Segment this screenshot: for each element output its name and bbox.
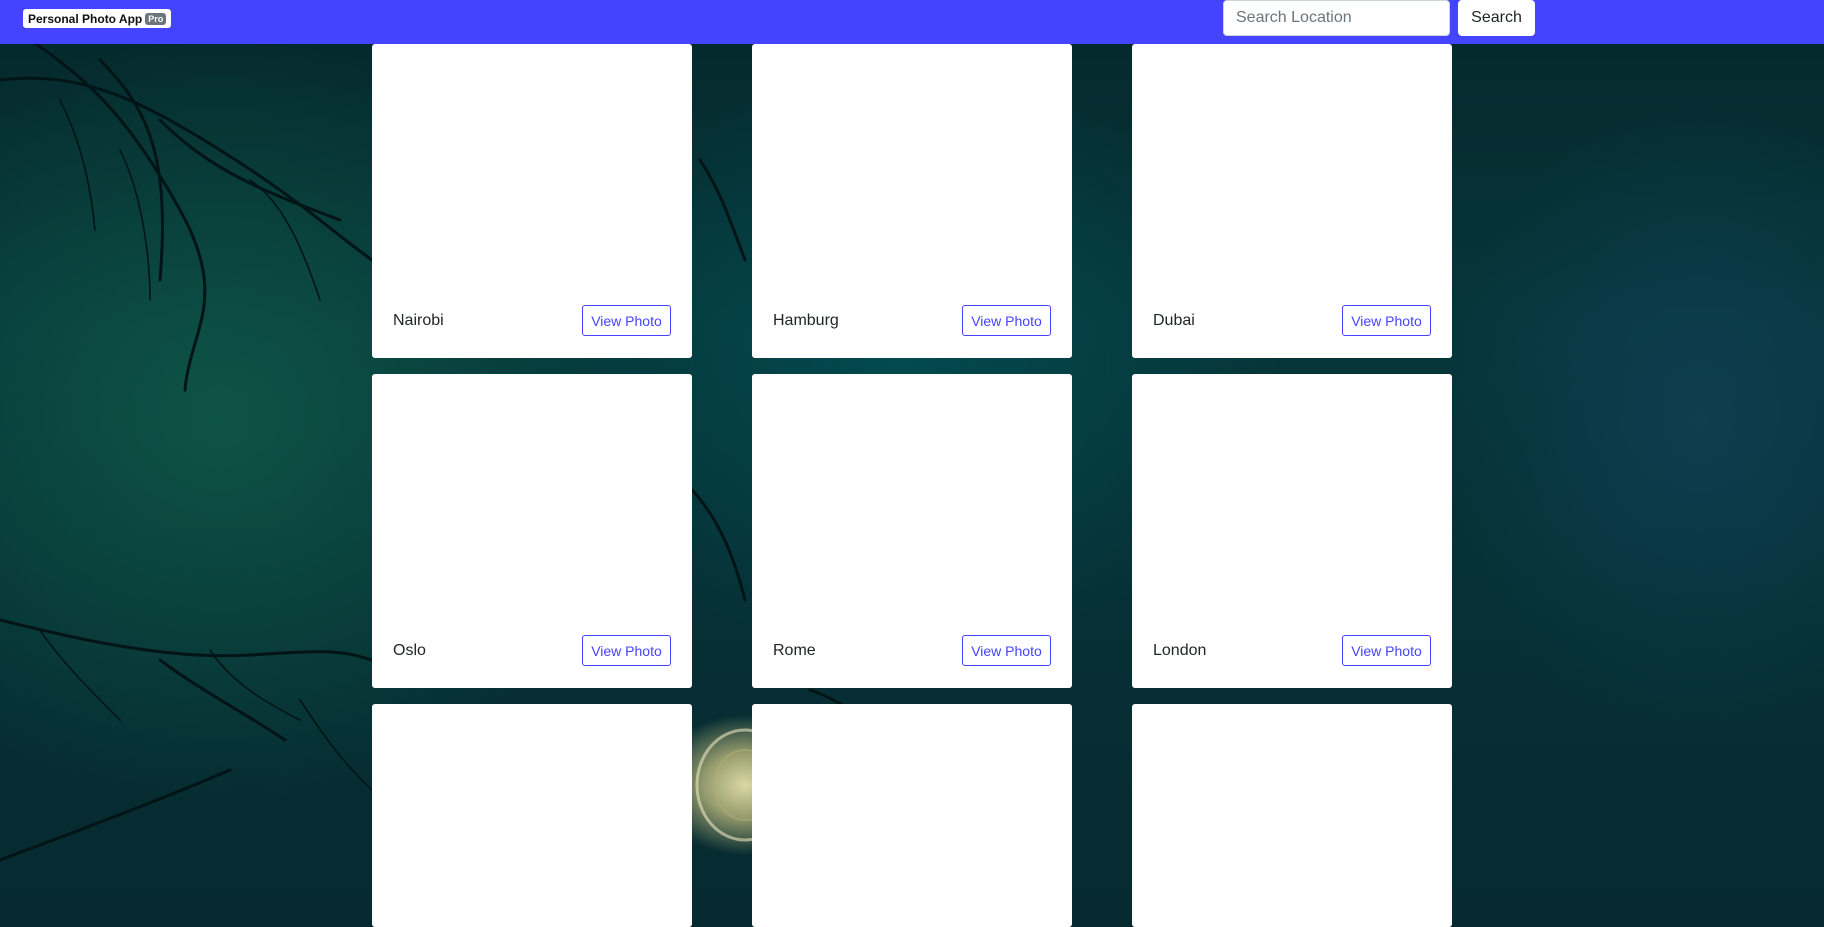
view-photo-button[interactable]: View Photo: [582, 635, 671, 666]
card-location: London: [1153, 642, 1207, 659]
view-photo-button[interactable]: View Photo: [1342, 305, 1431, 336]
brand-name: Personal Photo App: [28, 11, 143, 26]
search-button[interactable]: Search: [1458, 0, 1535, 36]
card-location: Hamburg: [773, 312, 839, 329]
photo-card: [752, 704, 1072, 927]
photo-card: Nairobi View Photo: [372, 44, 692, 358]
pro-badge: Pro: [145, 12, 167, 25]
photo-card: London View Photo: [1132, 374, 1452, 688]
photo-card: Rome View Photo: [752, 374, 1072, 688]
card-location: Rome: [773, 642, 816, 659]
search-location-input[interactable]: [1223, 0, 1450, 36]
view-photo-button[interactable]: View Photo: [962, 305, 1051, 336]
view-photo-button[interactable]: View Photo: [1342, 635, 1431, 666]
photo-card: [372, 704, 692, 927]
view-photo-button[interactable]: View Photo: [962, 635, 1051, 666]
photo-card: Oslo View Photo: [372, 374, 692, 688]
card-location: Oslo: [393, 642, 426, 659]
card-location: Dubai: [1153, 312, 1195, 329]
view-photo-button[interactable]: View Photo: [582, 305, 671, 336]
photo-card: Hamburg View Photo: [752, 44, 1072, 358]
brand-logo[interactable]: Personal Photo App Pro: [23, 9, 172, 28]
photo-card: Dubai View Photo: [1132, 44, 1452, 358]
card-location: Nairobi: [393, 312, 444, 329]
navbar: Personal Photo App Pro Search: [0, 0, 1824, 44]
photo-card: [1132, 704, 1452, 927]
